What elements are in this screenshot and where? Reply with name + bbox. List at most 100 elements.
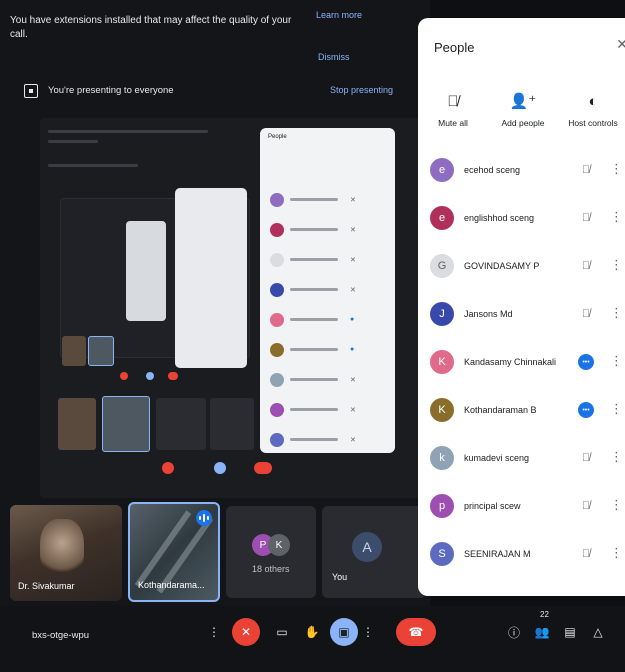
mic-options-icon[interactable]: ⋮	[206, 618, 222, 646]
participant-row[interactable]: G GOVINDASAMY P 🎙̸ ⋮	[418, 246, 625, 294]
participant-row[interactable]: k kumadevi sceng 🎙̸ ⋮	[418, 438, 625, 486]
mic-off-icon[interactable]: 🎙̸	[578, 258, 594, 274]
stop-presenting-button[interactable]: Stop presenting	[330, 85, 393, 95]
avatar: p	[430, 494, 454, 518]
mic-off-icon[interactable]: 🎙̸	[578, 546, 594, 562]
mirrored-row: ✕	[260, 426, 395, 453]
more-vert-icon[interactable]: ⋮	[610, 401, 623, 417]
screen-share-preview: People ✕ ✕ ✕ ✕ ● ● ✕ ✕ ✕	[40, 118, 435, 498]
people-panel-title: People	[434, 40, 475, 55]
avatar: e	[430, 206, 454, 230]
mirrored-control	[254, 462, 272, 474]
mirrored-name	[290, 198, 338, 201]
participant-row[interactable]: e englishhod sceng 🎙̸ ⋮	[418, 198, 625, 246]
present-now-button[interactable]: ▣	[330, 618, 358, 646]
mic-off-button[interactable]: ✕	[232, 618, 260, 646]
mirrored-tile	[62, 336, 86, 366]
host-controls-icon: ◐	[588, 92, 598, 110]
others-tile[interactable]: P K 18 others	[226, 506, 316, 598]
learn-more-link[interactable]: Learn more	[316, 10, 362, 20]
participant-name: englishhod sceng	[464, 213, 535, 223]
raise-hand-button[interactable]: ✋	[298, 618, 326, 646]
participant-name: principal scew	[464, 501, 521, 511]
others-count: 18 others	[252, 564, 290, 574]
people-button[interactable]: 👥	[528, 618, 556, 646]
participant-name: You	[332, 572, 348, 582]
person-add-icon: 👤⁺	[509, 93, 537, 110]
mic-off-icon[interactable]: 🎙̸	[578, 162, 594, 178]
participant-row[interactable]: S SEENIRAJAN M 🎙̸ ⋮	[418, 534, 625, 582]
mirrored-name	[290, 408, 338, 411]
mirrored-name	[290, 228, 338, 231]
mirrored-name	[290, 348, 338, 351]
end-call-button[interactable]: ☎	[396, 618, 436, 646]
close-icon[interactable]: ✕	[616, 36, 625, 53]
control-bar: bxs-otge-wpu ⋮ ✕ ▭ ✋ ▣ ⋮ ☎ ⓘ 22 👥 ▤ △	[0, 606, 625, 672]
speaking-icon: ●	[350, 316, 355, 323]
more-vert-icon[interactable]: ⋮	[610, 353, 623, 369]
presenting-text: You're presenting to everyone	[48, 85, 174, 96]
meeting-details-button[interactable]: ⓘ	[500, 618, 528, 646]
mic-off-icon: ✕	[350, 197, 356, 204]
avatar: k	[430, 446, 454, 470]
mic-off-icon: ✕	[350, 227, 356, 234]
mic-off-icon: ✕	[350, 257, 356, 264]
mirrored-control	[120, 372, 128, 380]
more-vert-icon[interactable]: ⋮	[610, 161, 623, 177]
people-panel: People ✕ 🎙̸ Mute all 👤⁺ Add people ◐ Hos…	[418, 18, 625, 596]
mirrored-name	[290, 438, 338, 441]
mic-off-icon: ✕	[350, 287, 356, 294]
more-vert-icon[interactable]: ⋮	[610, 545, 623, 561]
mirrored-people-panel: People ✕ ✕ ✕ ✕ ● ● ✕ ✕ ✕	[260, 128, 395, 453]
participant-name: ecehod sceng	[464, 165, 521, 175]
more-vert-icon[interactable]: ⋮	[610, 497, 623, 513]
mirrored-row: ✕	[260, 396, 395, 426]
avatar: K	[430, 398, 454, 422]
more-vert-icon[interactable]: ⋮	[610, 209, 623, 225]
participant-name: Kothandarama...	[138, 580, 205, 590]
participant-tile[interactable]: Dr. Sivakumar	[10, 505, 122, 601]
speaking-icon[interactable]: •••	[578, 354, 594, 370]
captions-button[interactable]: ▭	[268, 618, 296, 646]
mirrored-control	[146, 372, 154, 380]
speaking-indicator-icon	[196, 510, 212, 526]
mirrored-tile	[210, 398, 254, 450]
meeting-code: bxs-otge-wpu	[32, 630, 90, 641]
mirrored-presenting	[48, 164, 138, 167]
activities-button[interactable]: △	[584, 618, 612, 646]
self-tile[interactable]: A You	[322, 506, 426, 598]
mirrored-tile	[58, 398, 96, 450]
more-options-button[interactable]: ⋮	[360, 618, 376, 646]
mirrored-avatar	[270, 253, 284, 267]
speaking-icon[interactable]: •••	[578, 402, 594, 418]
participant-row[interactable]: J Jansons Md 🎙̸ ⋮	[418, 294, 625, 342]
present-screen-icon	[24, 84, 38, 98]
participant-tile-speaking[interactable]: Kothandarama...	[128, 502, 220, 602]
mic-off-icon[interactable]: 🎙̸	[578, 498, 594, 514]
mirrored-avatar	[270, 223, 284, 237]
mirrored-people-panel	[175, 188, 247, 368]
mirrored-tile	[102, 396, 150, 452]
mic-off-icon[interactable]: 🎙̸	[578, 450, 594, 466]
more-vert-icon[interactable]: ⋮	[610, 257, 623, 273]
participant-row[interactable]: p principal scew 🎙̸ ⋮	[418, 486, 625, 534]
mirrored-avatar	[270, 403, 284, 417]
participant-row[interactable]: e ecehod sceng 🎙̸ ⋮	[418, 150, 625, 198]
mirrored-name	[290, 288, 338, 291]
chat-button[interactable]: ▤	[556, 618, 584, 646]
add-people-button[interactable]: 👤⁺ Add people	[488, 90, 558, 128]
more-vert-icon[interactable]: ⋮	[610, 449, 623, 465]
participant-name: Dr. Sivakumar	[18, 581, 75, 591]
mute-all-button[interactable]: 🎙̸ Mute all	[418, 90, 488, 129]
host-controls-button[interactable]: ◐ Host controls	[558, 90, 625, 129]
mic-off-icon[interactable]: 🎙̸	[578, 210, 594, 226]
participant-row[interactable]: K Kothandaraman B ••• ⋮	[418, 390, 625, 438]
avatar: e	[430, 158, 454, 182]
more-vert-icon[interactable]: ⋮	[610, 305, 623, 321]
participant-row[interactable]: K Kandasamy Chinnakali ••• ⋮	[418, 342, 625, 390]
participant-name: kumadevi sceng	[464, 453, 530, 463]
banner-message: You have extensions installed that may a…	[10, 15, 292, 40]
mic-off-icon: ✕	[350, 437, 356, 444]
mic-off-icon[interactable]: 🎙̸	[578, 306, 594, 322]
dismiss-button[interactable]: Dismiss	[318, 52, 350, 62]
